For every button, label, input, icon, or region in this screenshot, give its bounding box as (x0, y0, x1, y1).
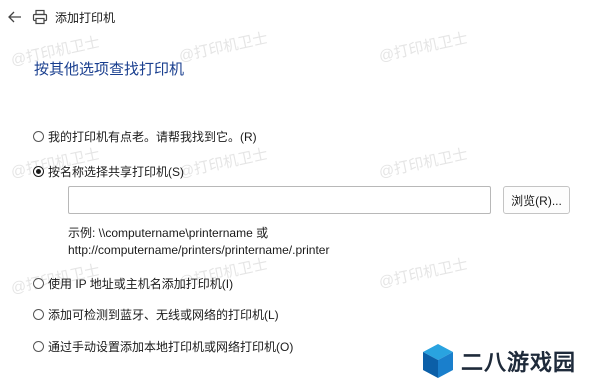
back-button[interactable] (6, 8, 24, 26)
option-label: 添加可检测到蓝牙、无线或网络的打印机(L) (48, 308, 279, 322)
watermark: @打印机卫士 (377, 145, 470, 182)
watermark: @打印机卫士 (177, 145, 270, 182)
site-logo-text: 二八游戏园 (461, 350, 577, 375)
option-bluetooth-wireless-network[interactable]: 添加可检测到蓝牙、无线或网络的打印机(L) (33, 306, 279, 323)
radio-button[interactable] (33, 309, 44, 320)
option-manual-local-or-network[interactable]: 通过手动设置添加本地打印机或网络打印机(O) (33, 338, 293, 355)
watermark: @打印机卫士 (377, 255, 470, 292)
printer-icon (32, 9, 48, 25)
example-line-1: 示例: \\computername\printername 或 (68, 226, 269, 240)
browse-button[interactable]: 浏览(R)... (503, 186, 570, 214)
window-title: 添加打印机 (55, 11, 116, 25)
example-hint: 示例: \\computername\printername 或 http://… (68, 225, 329, 259)
site-logo: 二八游戏园 (421, 342, 576, 380)
title-bar: 添加打印机 (0, 0, 600, 34)
back-arrow-icon (8, 11, 21, 23)
option-ip-or-hostname[interactable]: 使用 IP 地址或主机名添加打印机(I) (33, 275, 233, 292)
radio-button[interactable] (33, 278, 44, 289)
option-label: 通过手动设置添加本地打印机或网络打印机(O) (48, 340, 294, 354)
option-old-printer[interactable]: 我的打印机有点老。请帮我找到它。(R) (33, 128, 257, 145)
example-line-2: http://computername/printers/printername… (68, 243, 330, 257)
option-label: 我的打印机有点老。请帮我找到它。(R) (48, 130, 257, 144)
cube-logo-icon (423, 344, 453, 378)
radio-button[interactable] (33, 131, 44, 142)
printer-name-input[interactable] (68, 186, 491, 214)
option-label: 使用 IP 地址或主机名添加打印机(I) (48, 277, 234, 291)
option-label: 按名称选择共享打印机(S) (48, 165, 184, 179)
option-shared-printer-by-name[interactable]: 按名称选择共享打印机(S) (33, 163, 184, 180)
radio-button[interactable] (33, 341, 44, 352)
radio-button-selected[interactable] (33, 166, 44, 177)
page-heading: 按其他选项查找打印机 (34, 61, 185, 78)
